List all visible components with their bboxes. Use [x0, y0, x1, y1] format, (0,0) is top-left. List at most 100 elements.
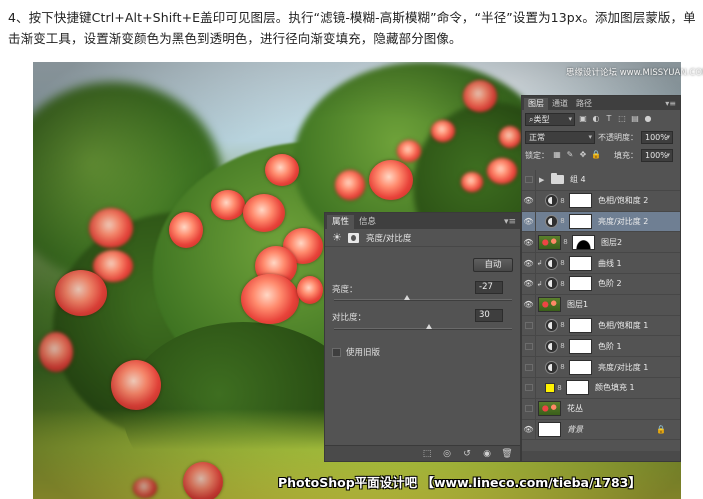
layer-mask-thumbnail[interactable] [569, 359, 592, 375]
link-icon[interactable]: 8 [558, 259, 567, 267]
layer-row[interactable]: 👁 ↲ 8 色阶 2 [522, 273, 680, 295]
link-icon[interactable]: 8 [558, 342, 567, 350]
link-icon[interactable]: 8 [561, 238, 570, 246]
reset-icon[interactable]: ↺ [461, 449, 473, 459]
layer-row[interactable]: 8 亮度/对比度 1 [522, 357, 680, 378]
tab-properties[interactable]: 属性 [327, 215, 355, 229]
layer-row[interactable]: 8 颜色填充 1 [522, 377, 680, 399]
visibility-toggle[interactable] [522, 315, 536, 336]
visibility-toggle[interactable] [522, 357, 536, 377]
contrast-input[interactable]: 30 [475, 309, 503, 322]
fill-input[interactable]: 100% [641, 148, 673, 162]
layer-thumbnail[interactable] [538, 234, 561, 250]
layer-row[interactable]: ▶ 组 4 [522, 170, 680, 191]
visibility-toggle[interactable]: 👁 [522, 294, 536, 315]
brightness-contrast-icon: ☀ [332, 230, 342, 244]
layer-mask-thumbnail[interactable] [569, 276, 592, 292]
blend-mode-select[interactable]: 正常 [525, 130, 595, 144]
panel-menu-icon[interactable]: ▾≡ [504, 215, 516, 229]
lock-all-icon[interactable]: 🔒 [591, 150, 601, 160]
visibility-toggle[interactable]: 👁 [522, 190, 536, 211]
tab-paths[interactable]: 路径 [572, 98, 596, 110]
link-icon[interactable]: 8 [558, 321, 567, 329]
visibility-toggle[interactable] [522, 170, 536, 190]
brightness-slider-thumb[interactable] [403, 295, 410, 300]
contrast-slider[interactable] [334, 324, 512, 330]
layer-thumbnail[interactable] [538, 297, 561, 313]
layer-mask-thumbnail[interactable] [572, 234, 595, 250]
layer-row[interactable]: 8 色相/饱和度 1 [522, 315, 680, 337]
eye-icon: 👁 [523, 258, 534, 268]
mask-icon[interactable] [348, 232, 359, 243]
visibility-toggle[interactable]: 👁 [522, 232, 536, 253]
visibility-toggle[interactable]: 👁 [522, 419, 536, 440]
filter-shape-icon[interactable]: ⬚ [617, 114, 627, 124]
layer-mask-thumbnail[interactable] [566, 380, 589, 396]
filter-adjustment-icon[interactable]: ◐ [591, 114, 601, 124]
lock-transparent-icon[interactable]: ▦ [552, 150, 562, 160]
filter-smart-icon[interactable]: ▤ [630, 114, 640, 124]
link-icon[interactable]: 8 [558, 197, 567, 205]
layer-row[interactable]: 👁 图层1 [522, 294, 680, 316]
layer-row[interactable]: 👁 ↲ 8 曲线 1 [522, 253, 680, 274]
layer-row[interactable]: 👁 8 色相/饱和度 2 [522, 190, 680, 212]
layer-row[interactable]: 8 色阶 1 [522, 336, 680, 358]
layer-mask-thumbnail[interactable] [569, 255, 592, 271]
visibility-toggle[interactable] [522, 398, 536, 419]
instruction-text: 4、按下快捷键Ctrl+Alt+Shift+E盖印可见图层。执行“滤镜-模糊-高… [8, 10, 696, 46]
filter-kind-value: 类型 [533, 114, 550, 124]
legacy-label: 使用旧版 [346, 348, 381, 358]
layers-menu-icon[interactable]: ▾≡ [665, 98, 676, 110]
properties-header: ☀ 亮度/对比度 [325, 229, 520, 247]
delete-icon[interactable]: 🗑 [501, 449, 513, 459]
link-icon[interactable]: 8 [558, 363, 567, 371]
link-icon[interactable]: 8 [555, 384, 564, 392]
layer-row[interactable]: 👁 背景 🔒 [522, 419, 680, 441]
legacy-option[interactable]: 使用旧版 [332, 346, 380, 358]
visibility-toggle[interactable]: 👁 [522, 253, 536, 273]
legacy-checkbox[interactable] [332, 347, 341, 357]
link-icon[interactable]: 8 [558, 217, 567, 225]
lock-position-icon[interactable]: ✥ [578, 150, 588, 160]
auto-button[interactable]: 自动 [473, 258, 513, 272]
clip-arrow-icon: ↲ [536, 279, 543, 288]
opacity-input[interactable]: 100% [641, 130, 673, 144]
opacity-label: 不透明度： [598, 132, 638, 142]
layer-mask-thumbnail[interactable] [569, 338, 592, 354]
eye-icon: 👁 [523, 216, 534, 226]
levels-icon [545, 277, 558, 291]
tab-info[interactable]: 信息 [354, 215, 381, 229]
link-icon[interactable]: 8 [558, 280, 567, 288]
filter-type-icon[interactable]: T [604, 114, 614, 124]
brightness-slider[interactable] [334, 295, 512, 301]
layer-thumbnail[interactable] [538, 421, 561, 437]
layer-mask-thumbnail[interactable] [569, 213, 592, 229]
brightness-input[interactable]: -27 [475, 281, 503, 294]
clip-to-layer-icon[interactable]: ⬚ [421, 449, 433, 459]
tab-channels[interactable]: 通道 [548, 98, 572, 110]
visibility-toggle[interactable]: 👁 [522, 273, 536, 294]
visibility-toggle[interactable] [522, 377, 536, 398]
fill-color-swatch[interactable] [545, 382, 555, 393]
expand-arrow-icon[interactable]: ▶ [539, 176, 547, 184]
layer-row[interactable]: 👁 8 图层2 [522, 232, 680, 254]
layer-mask-thumbnail[interactable] [569, 317, 592, 333]
layer-mask-thumbnail[interactable] [569, 193, 592, 209]
visibility-icon[interactable]: ◉ [481, 449, 493, 459]
layer-row[interactable]: 花丛 [522, 398, 680, 420]
visibility-toggle[interactable]: 👁 [522, 211, 536, 232]
filter-kind-select[interactable]: ⌕类型 [525, 112, 575, 126]
layer-name: 背景 [567, 424, 583, 434]
contrast-slider-thumb[interactable] [425, 324, 432, 329]
lock-icon: 🔒 [656, 424, 666, 434]
tab-layers[interactable]: 图层 [524, 98, 548, 110]
filter-pixel-icon[interactable]: ▣ [578, 114, 588, 124]
layer-name: 色相/饱和度 1 [598, 320, 649, 330]
layer-name: 花丛 [567, 404, 583, 414]
lock-pixels-icon[interactable]: ✎ [565, 150, 575, 160]
view-previous-icon[interactable]: ◎ [441, 449, 453, 459]
visibility-toggle[interactable] [522, 336, 536, 357]
layer-row-selected[interactable]: 👁 8 亮度/对比度 2 [522, 211, 680, 233]
layer-thumbnail[interactable] [538, 401, 561, 417]
filter-toggle-icon[interactable]: ● [643, 114, 653, 124]
